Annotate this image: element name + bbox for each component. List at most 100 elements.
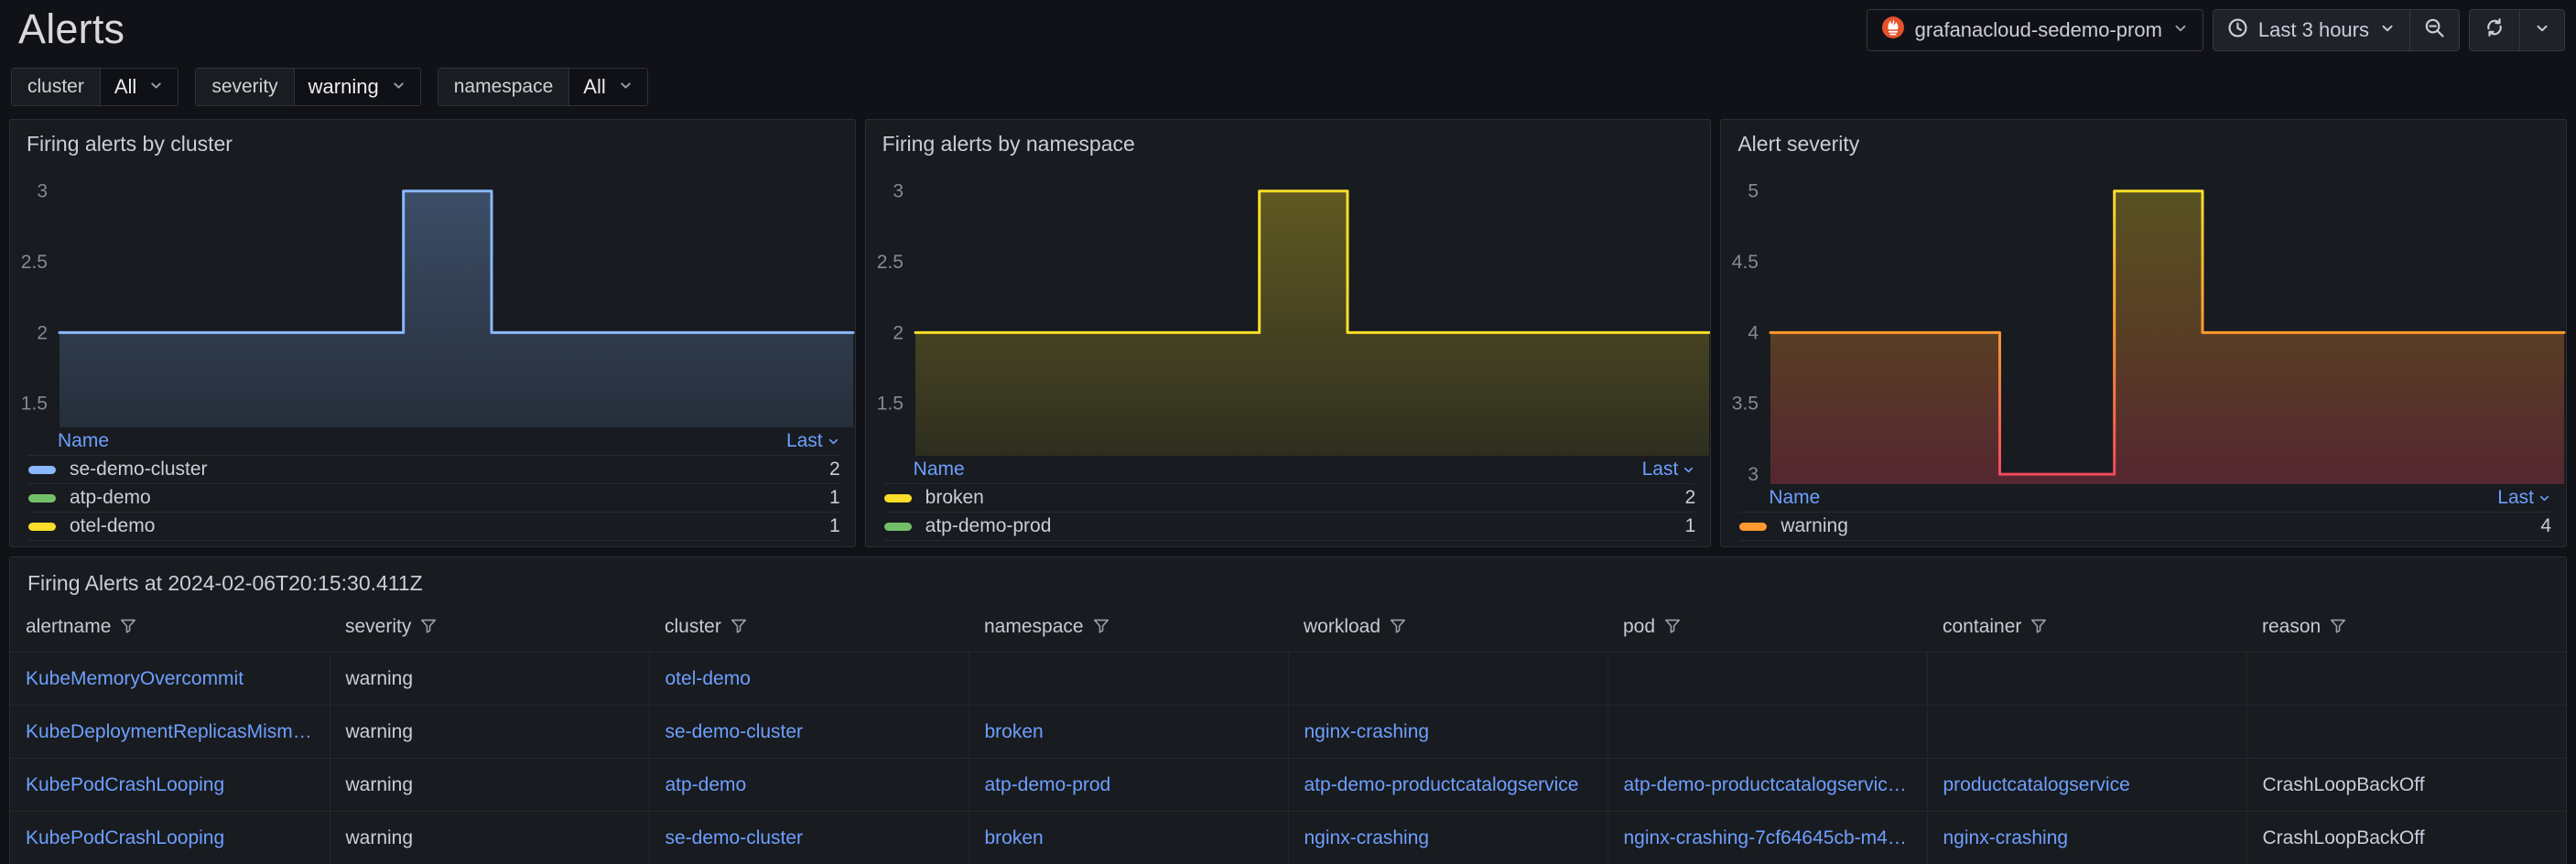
series-name[interactable]: otel-demo bbox=[70, 515, 155, 537]
legend-last-sort-header[interactable]: Last bbox=[1642, 459, 1696, 481]
legend-name-header[interactable]: Name bbox=[58, 430, 109, 452]
filter-value-dropdown[interactable]: All bbox=[569, 69, 646, 105]
time-series-plot[interactable]: 11.522.5312:3012:4513:0013:1513:3013:451… bbox=[866, 160, 1711, 456]
filter-funnel-icon[interactable] bbox=[119, 617, 137, 635]
filter-funnel-icon[interactable] bbox=[1092, 617, 1110, 635]
cell-reason: CrashLoopBackOff bbox=[2246, 759, 2566, 812]
panel-title[interactable]: Firing alerts by namespace bbox=[866, 120, 1711, 160]
time-series-chart[interactable]: 11.522.5312:3012:4513:0013:1513:3013:451… bbox=[10, 160, 855, 427]
refresh-interval-dropdown[interactable] bbox=[2519, 10, 2564, 50]
table-row: KubeMemoryOvercommitwarningotel-demo bbox=[10, 653, 2566, 706]
filters-row: cluster All severity warning namespace A… bbox=[0, 57, 2576, 119]
column-header-severity[interactable]: severity bbox=[330, 607, 649, 653]
series-name[interactable]: warning bbox=[1780, 515, 1848, 537]
cell-namespace[interactable]: broken bbox=[969, 706, 1288, 759]
refresh-group bbox=[2469, 9, 2565, 51]
svg-text:4: 4 bbox=[1748, 322, 1759, 343]
panel-firing-alerts-by-namespace: Firing alerts by namespace 11.522.5312:3… bbox=[865, 119, 1712, 547]
series-last-value: 1 bbox=[1685, 515, 1696, 537]
cell-alertname[interactable]: KubeMemoryOvercommit bbox=[10, 653, 330, 706]
time-picker-group: Last 3 hours bbox=[2213, 9, 2460, 51]
series-last-value: 1 bbox=[829, 487, 840, 509]
zoom-out-button[interactable] bbox=[2409, 10, 2459, 50]
time-series-chart[interactable]: 33.544.5512:3012:4513:0013:1513:3013:451… bbox=[1721, 160, 2566, 484]
filter-label: severity bbox=[196, 69, 294, 105]
column-header-label: severity bbox=[345, 616, 411, 637]
column-header-reason[interactable]: reason bbox=[2246, 607, 2566, 653]
cell-pod[interactable]: nginx-crashing-7cf64645cb-m4… bbox=[1607, 812, 1927, 864]
filter-cluster: cluster All bbox=[11, 68, 179, 106]
legend-name-header[interactable]: Name bbox=[914, 459, 965, 481]
cell-workload[interactable]: nginx-crashing bbox=[1288, 706, 1607, 759]
series-name[interactable]: atp-demo-prod bbox=[925, 515, 1052, 537]
cell-severity: warning bbox=[330, 759, 649, 812]
table-row: KubePodCrashLoopingwarningse-demo-cluste… bbox=[10, 812, 2566, 864]
svg-text:2.5: 2.5 bbox=[21, 252, 48, 273]
datasource-picker-button[interactable]: grafanacloud-sedemo-prom bbox=[1867, 10, 2203, 50]
legend-name-header[interactable]: Name bbox=[1769, 487, 1820, 509]
legend-last-sort-header[interactable]: Last bbox=[2497, 487, 2551, 509]
time-series-plot[interactable]: 33.544.5512:3012:4513:0013:1513:3013:451… bbox=[1721, 160, 2566, 484]
chevron-down-icon bbox=[148, 75, 164, 99]
series-name[interactable]: se-demo-cluster bbox=[70, 459, 208, 481]
zoom-out-icon bbox=[2424, 17, 2445, 44]
cell-workload[interactable]: nginx-crashing bbox=[1288, 812, 1607, 864]
column-header-namespace[interactable]: namespace bbox=[969, 607, 1288, 653]
column-header-container[interactable]: container bbox=[1927, 607, 2246, 653]
series-name[interactable]: atp-demo bbox=[70, 487, 151, 509]
cell-namespace[interactable]: atp-demo-prod bbox=[969, 759, 1288, 812]
legend-header: Name Last bbox=[884, 456, 1696, 484]
filter-value-dropdown[interactable]: All bbox=[101, 69, 178, 105]
filter-funnel-icon[interactable] bbox=[2329, 617, 2347, 635]
cell-cluster[interactable]: atp-demo bbox=[649, 759, 969, 812]
filter-label: cluster bbox=[12, 69, 101, 105]
column-header-workload[interactable]: workload bbox=[1288, 607, 1607, 653]
filter-namespace: namespace All bbox=[438, 68, 648, 106]
table-panel-title[interactable]: Firing Alerts at 2024-02-06T20:15:30.411… bbox=[10, 557, 2566, 607]
cell-workload[interactable]: atp-demo-productcatalogservice bbox=[1288, 759, 1607, 812]
cell-cluster[interactable]: se-demo-cluster bbox=[649, 706, 969, 759]
filter-funnel-icon[interactable] bbox=[1389, 617, 1407, 635]
filter-funnel-icon[interactable] bbox=[2029, 617, 2048, 635]
cell-pod[interactable]: atp-demo-productcatalogservic… bbox=[1607, 759, 1927, 812]
filter-funnel-icon[interactable] bbox=[730, 617, 748, 635]
page-title: Alerts bbox=[18, 7, 124, 50]
cell-alertname[interactable]: KubeDeploymentReplicasMisma… bbox=[10, 706, 330, 759]
cell-namespace[interactable]: broken bbox=[969, 812, 1288, 864]
series-last-value: 2 bbox=[829, 459, 840, 481]
cell-alertname[interactable]: KubePodCrashLooping bbox=[10, 759, 330, 812]
column-header-cluster[interactable]: cluster bbox=[649, 607, 969, 653]
cell-container bbox=[1927, 706, 2246, 759]
column-header-label: namespace bbox=[984, 616, 1084, 637]
prometheus-icon bbox=[1881, 16, 1905, 45]
chevron-down-icon bbox=[618, 75, 633, 99]
panel-title[interactable]: Firing alerts by cluster bbox=[10, 120, 855, 160]
chart-legend: Name Last broken 2 atp-demo-prod 1 bbox=[866, 456, 1711, 546]
cell-container[interactable]: productcatalogservice bbox=[1927, 759, 2246, 812]
svg-text:4.5: 4.5 bbox=[1732, 252, 1759, 273]
column-header-pod[interactable]: pod bbox=[1607, 607, 1927, 653]
legend-header: Name Last bbox=[1739, 484, 2551, 513]
cell-cluster[interactable]: otel-demo bbox=[649, 653, 969, 706]
refresh-button[interactable] bbox=[2470, 10, 2519, 50]
cell-pod bbox=[1607, 706, 1927, 759]
legend-last-sort-header[interactable]: Last bbox=[786, 430, 840, 452]
time-range-button[interactable]: Last 3 hours bbox=[2213, 10, 2409, 50]
series-name[interactable]: broken bbox=[925, 487, 984, 509]
cell-cluster[interactable]: se-demo-cluster bbox=[649, 812, 969, 864]
filter-funnel-icon[interactable] bbox=[419, 617, 438, 635]
filter-value-dropdown[interactable]: warning bbox=[295, 69, 420, 105]
filter-severity: severity warning bbox=[195, 68, 420, 106]
svg-text:2.5: 2.5 bbox=[876, 252, 903, 273]
table-row: KubeDeploymentReplicasMisma…warningse-de… bbox=[10, 706, 2566, 759]
cell-alertname[interactable]: KubePodCrashLooping bbox=[10, 812, 330, 864]
series-color-swatch bbox=[28, 494, 56, 502]
time-series-chart[interactable]: 11.522.5312:3012:4513:0013:1513:3013:451… bbox=[866, 160, 1711, 456]
cell-pod bbox=[1607, 653, 1927, 706]
column-header-alertname[interactable]: alertname bbox=[10, 607, 330, 653]
panel-title[interactable]: Alert severity bbox=[1721, 120, 2566, 160]
filter-funnel-icon[interactable] bbox=[1663, 617, 1682, 635]
cell-container[interactable]: nginx-crashing bbox=[1927, 812, 2246, 864]
time-series-plot[interactable]: 11.522.5312:3012:4513:0013:1513:3013:451… bbox=[10, 160, 855, 427]
cell-severity: warning bbox=[330, 812, 649, 864]
